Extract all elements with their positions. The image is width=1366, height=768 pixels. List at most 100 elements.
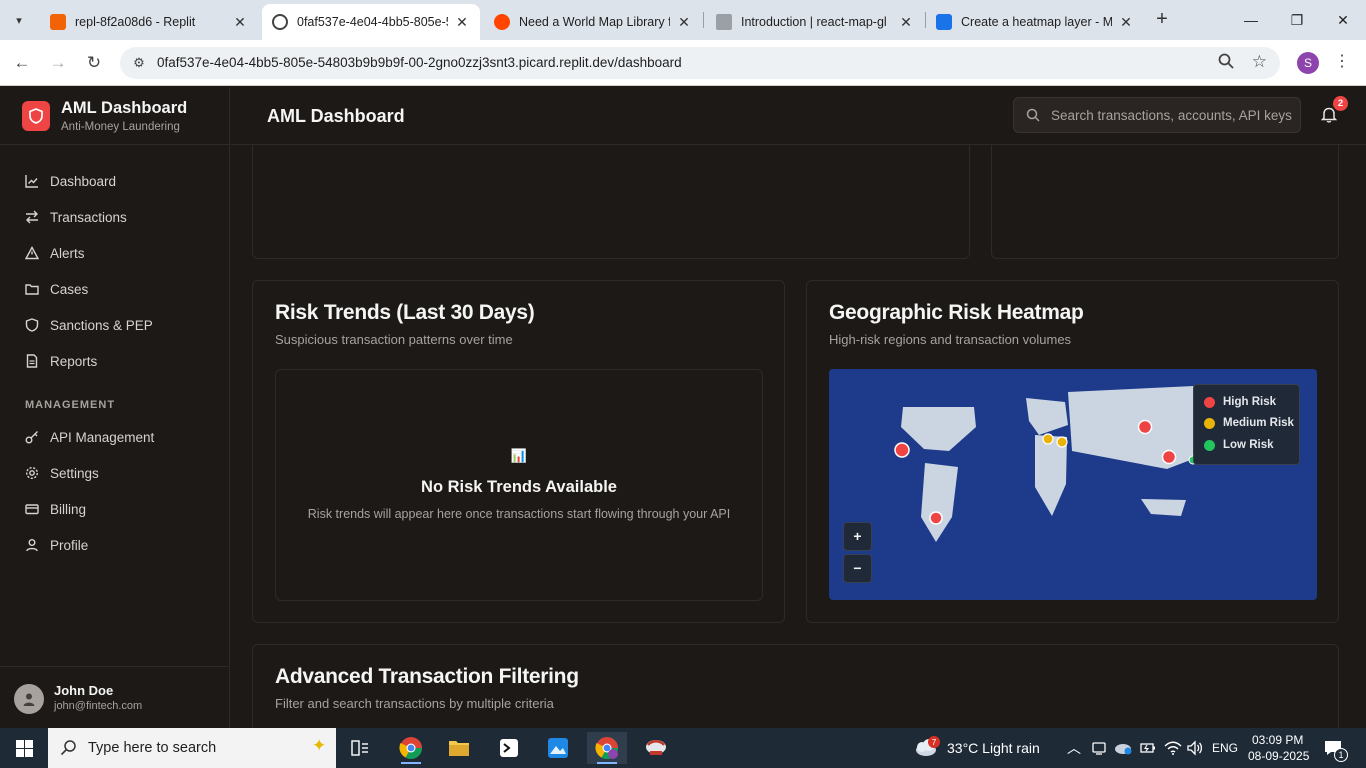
heatmap-subtitle: High-risk regions and transaction volume… — [829, 332, 1072, 347]
sidebar-item-profile[interactable]: Profile — [0, 530, 230, 560]
app-root: AML Dashboard Anti-Money Laundering Dash… — [0, 87, 1366, 728]
zoom-in-button[interactable]: + — [843, 522, 872, 551]
language-indicator[interactable]: ENG — [1212, 741, 1238, 755]
chrome-icon[interactable] — [391, 732, 431, 764]
app-name: AML Dashboard — [61, 99, 188, 117]
sidebar: AML Dashboard Anti-Money Laundering Dash… — [0, 87, 230, 728]
chevron-up-icon[interactable]: ︿ — [1067, 738, 1081, 758]
browser-tab-react-map-gl[interactable]: Introduction | react-map-gl ✕ — [706, 4, 924, 40]
bell-icon[interactable] — [1320, 106, 1338, 128]
map-legend: High Risk Medium Risk Low Risk — [1193, 384, 1300, 465]
warning-triangle-icon — [24, 245, 40, 261]
active-indicator — [597, 762, 617, 764]
browser-menu-icon[interactable]: ⋮ — [1334, 51, 1350, 71]
sidebar-item-cases[interactable]: Cases — [0, 274, 230, 304]
browser-tab-heatmap-layer[interactable]: Create a heatmap layer - Ma ✕ — [926, 4, 1144, 40]
close-window-button[interactable]: ✕ — [1320, 6, 1366, 34]
back-button[interactable]: ← — [10, 51, 34, 75]
file-explorer-icon[interactable] — [439, 732, 479, 764]
restore-button[interactable]: ❐ — [1274, 6, 1320, 34]
meet-now-icon[interactable] — [1092, 741, 1106, 760]
app-pinned-icon[interactable] — [636, 732, 676, 764]
browser-tab-strip: ▾ repl-8f2a08d6 - Replit ✕ 0faf537e-4e04… — [0, 0, 1366, 40]
high-risk-point — [1161, 449, 1177, 465]
tab-title: Introduction | react-map-gl — [741, 15, 887, 29]
replit-icon — [50, 14, 66, 30]
forward-button[interactable]: → — [46, 51, 70, 75]
high-risk-point — [894, 442, 910, 458]
chrome-profile-icon[interactable] — [587, 732, 627, 764]
sidebar-item-label: Dashboard — [50, 173, 117, 189]
clock-date[interactable]: 08-09-2025 — [1248, 749, 1309, 763]
legend-item-high: High Risk — [1204, 394, 1276, 410]
legend-label: Medium Risk — [1223, 417, 1294, 429]
sidebar-item-reports[interactable]: Reports — [0, 346, 230, 376]
top-left-card — [252, 145, 970, 259]
profile-avatar[interactable]: S — [1297, 52, 1319, 74]
close-icon[interactable]: ✕ — [232, 14, 248, 31]
legend-item-low: Low Risk — [1204, 437, 1273, 453]
task-view-icon[interactable] — [340, 732, 380, 764]
user-icon — [24, 537, 40, 553]
active-indicator — [401, 762, 421, 764]
wifi-icon[interactable] — [1164, 740, 1182, 761]
zoom-out-button[interactable]: − — [843, 554, 872, 583]
battery-icon[interactable] — [1140, 741, 1156, 760]
terminal-app-icon[interactable] — [489, 732, 529, 764]
sidebar-item-label: Settings — [50, 465, 99, 481]
sidebar-item-billing[interactable]: Billing — [0, 494, 230, 524]
close-icon[interactable]: ✕ — [1118, 14, 1134, 31]
weather-badge: 7 — [928, 736, 940, 748]
url-text[interactable]: 0faf537e-4e04-4bb5-805e-54803b9b9b9f-00-… — [157, 55, 682, 70]
volume-icon[interactable] — [1187, 740, 1203, 761]
bookmark-star-icon[interactable]: ☆ — [1252, 52, 1267, 72]
reload-button[interactable]: ↻ — [82, 51, 106, 75]
site-info-icon[interactable]: ⚙ — [130, 54, 148, 72]
sidebar-item-api-management[interactable]: API Management — [0, 422, 230, 452]
close-icon[interactable]: ✕ — [898, 14, 914, 31]
sidebar-item-sanctions[interactable]: Sanctions & PEP — [0, 310, 230, 340]
search-input[interactable]: Search transactions, accounts, API keys — [1013, 97, 1301, 133]
photos-app-icon[interactable] — [538, 732, 578, 764]
yellow-dot-icon — [1204, 417, 1215, 429]
taskbar-search-input[interactable]: Type here to search ✦ — [48, 728, 336, 768]
south-america-shape — [921, 463, 958, 542]
filtering-subtitle: Filter and search transactions by multip… — [275, 696, 554, 711]
gear-icon — [24, 465, 40, 481]
zoom-icon[interactable] — [1218, 53, 1234, 73]
address-bar[interactable]: ⚙ 0faf537e-4e04-4bb5-805e-54803b9b9b9f-0… — [120, 47, 1280, 79]
page-title: AML Dashboard — [267, 106, 405, 126]
browser-tab-reddit[interactable]: Need a World Map Library fo ✕ — [484, 4, 702, 40]
browser-toolbar: ← → ↻ ⚙ 0faf537e-4e04-4bb5-805e-54803b9b… — [0, 40, 1366, 86]
globe-icon — [272, 14, 288, 30]
browser-tab-dashboard[interactable]: 0faf537e-4e04-4bb5-805e-5 ✕ — [262, 4, 480, 40]
new-tab-button[interactable]: + — [1150, 8, 1174, 32]
windows-start-button[interactable] — [0, 728, 48, 768]
tab-search-dropdown-icon[interactable]: ▾ — [6, 8, 32, 32]
header: AML Dashboard Search transactions, accou… — [231, 87, 1366, 145]
weather-text[interactable]: 33°C Light rain — [947, 740, 1040, 756]
windows-taskbar: Type here to search ✦ 7 33°C Light rain … — [0, 728, 1366, 768]
user-profile[interactable]: John Doe john@fintech.com — [0, 666, 230, 728]
taskbar-search-placeholder: Type here to search — [88, 740, 217, 756]
sidebar-item-dashboard[interactable]: Dashboard — [0, 166, 230, 196]
avatar — [14, 684, 44, 714]
onedrive-icon[interactable] — [1114, 741, 1132, 760]
close-icon[interactable]: ✕ — [454, 14, 470, 31]
file-text-icon — [24, 353, 40, 369]
browser-tab-replit[interactable]: repl-8f2a08d6 - Replit ✕ — [40, 4, 258, 40]
europe-shape — [1026, 398, 1068, 435]
clock-time[interactable]: 03:09 PM — [1252, 733, 1303, 747]
legend-label: High Risk — [1223, 396, 1277, 408]
shield-logo-icon — [22, 101, 50, 131]
sidebar-item-label: Sanctions & PEP — [50, 317, 153, 333]
close-icon[interactable]: ✕ — [676, 14, 692, 31]
arrows-exchange-icon — [24, 209, 40, 225]
minimize-button[interactable]: — — [1228, 6, 1274, 34]
world-map[interactable]: High Risk Medium Risk Low Risk + − — [829, 369, 1317, 600]
sidebar-item-settings[interactable]: Settings — [0, 458, 230, 488]
sidebar-item-transactions[interactable]: Transactions — [0, 202, 230, 232]
sidebar-item-alerts[interactable]: Alerts — [0, 238, 230, 268]
tab-title: 0faf537e-4e04-4bb5-805e-5 — [297, 15, 448, 29]
sidebar-item-label: Alerts — [50, 245, 85, 261]
